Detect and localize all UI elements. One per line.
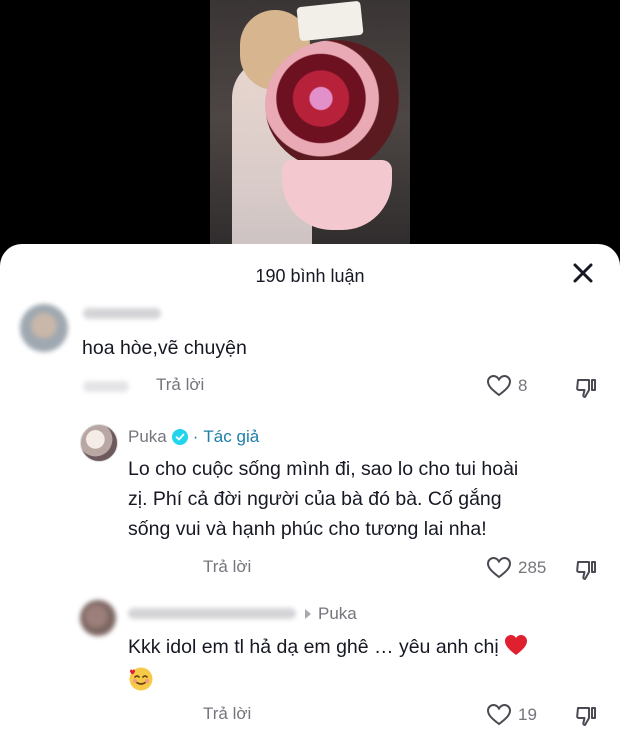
reply-target-name[interactable]: Puka (318, 604, 357, 624)
dislike-icon[interactable] (574, 376, 598, 400)
comment-item: Puka · Tác giả Lo cho cuộc sống mình đi,… (0, 422, 620, 592)
comment-text-body: Kkk idol em tl hả dạ em ghê … yêu anh ch… (128, 636, 499, 658)
reply-button[interactable]: Trả lời (203, 704, 251, 724)
smiling-face-with-hearts-emoji-icon (129, 667, 153, 691)
comment-text-line: zị. Phí cả đời người của bà đó bà. Cố gắ… (128, 488, 502, 510)
flower-bouquet-image (265, 40, 405, 170)
comment-text: hoa hòe,vẽ chuyện (82, 337, 247, 359)
reply-button[interactable]: Trả lời (156, 375, 204, 395)
heart-outline-icon (486, 703, 512, 726)
comment-text-line: Lo cho cuộc sống mình đi, sao lo cho tui… (128, 458, 519, 480)
reply-button[interactable]: Trả lời (203, 557, 251, 577)
like-button[interactable]: 8 (486, 374, 527, 398)
username-blurred[interactable] (83, 308, 161, 319)
avatar[interactable] (80, 600, 116, 636)
comment-item: Puka Kkk idol em tl hả dạ em ghê … yêu a… (0, 594, 620, 734)
reply-target-row: Puka (303, 604, 357, 624)
comments-sheet: 190 bình luận hoa hòe,vẽ chuyện Trả lời … (0, 244, 620, 734)
like-button[interactable]: 285 (486, 556, 546, 580)
avatar[interactable] (20, 304, 68, 352)
video-player[interactable] (0, 0, 620, 260)
dislike-icon[interactable] (574, 704, 598, 728)
red-heart-emoji-icon (505, 635, 528, 655)
author-avatar[interactable] (80, 424, 118, 462)
author-name-row: Puka · Tác giả (128, 427, 259, 447)
like-count: 19 (518, 705, 537, 724)
comments-count-title: 190 bình luận (255, 266, 365, 286)
author-tag: Tác giả (203, 427, 260, 446)
like-count: 8 (518, 376, 528, 395)
close-icon[interactable] (568, 258, 598, 288)
verified-badge-icon (171, 429, 188, 445)
username-blurred[interactable] (128, 608, 296, 619)
reply-arrow-icon (305, 609, 311, 619)
bouquet-card (296, 0, 364, 42)
heart-outline-icon (486, 374, 512, 397)
comment-item: hoa hòe,vẽ chuyện Trả lời 8 (0, 296, 620, 406)
like-count: 285 (518, 558, 547, 577)
like-button[interactable]: 19 (486, 703, 537, 727)
author-name[interactable]: Puka (128, 427, 167, 447)
comment-text: Kkk idol em tl hả dạ em ghê … yêu anh ch… (128, 633, 528, 662)
video-frame (210, 0, 410, 260)
dislike-icon[interactable] (574, 558, 598, 582)
comment-text-line: sống vui và hạnh phúc cho tương lai nha! (128, 518, 487, 540)
timestamp-blurred (83, 381, 129, 392)
heart-outline-icon (486, 556, 512, 579)
separator-dot: · (192, 427, 199, 446)
